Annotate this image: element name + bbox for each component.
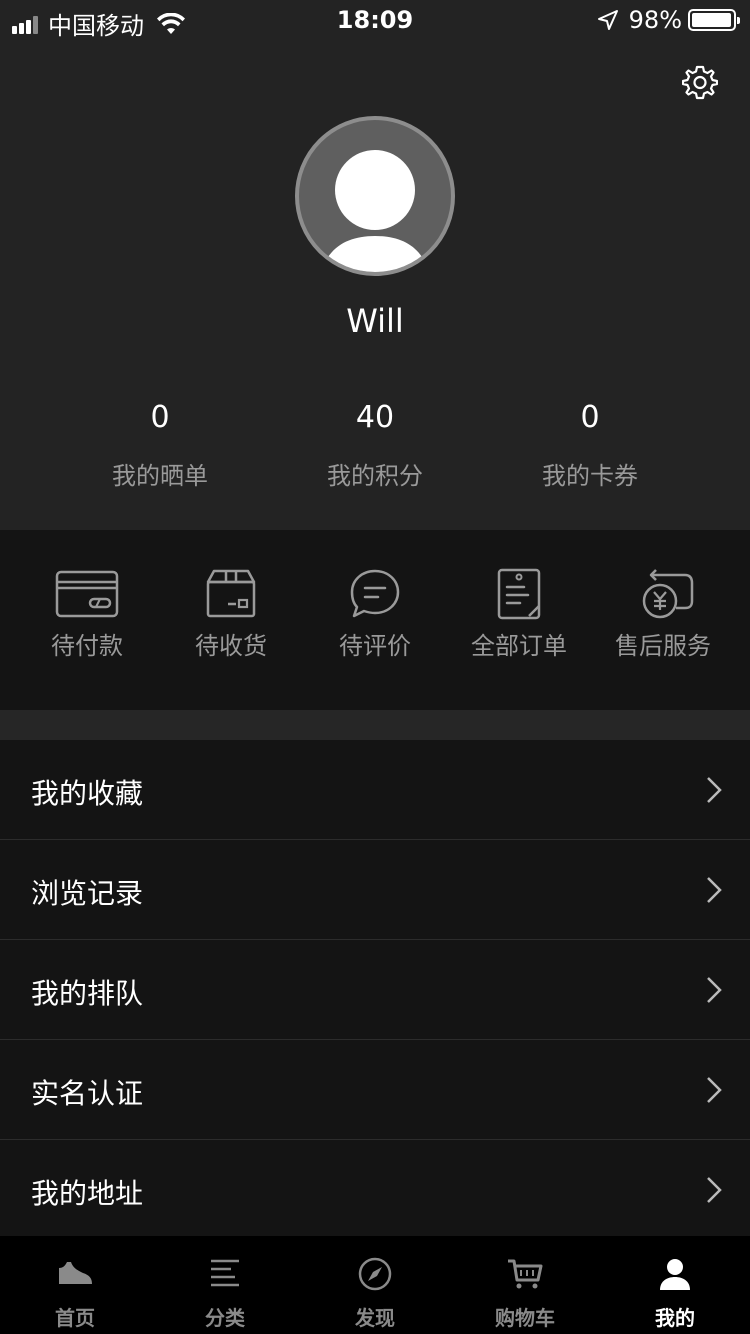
card-icon	[55, 570, 119, 618]
tab-cart[interactable]: 购物车	[450, 1236, 600, 1334]
menu-list: 我的收藏 浏览记录 我的排队 实名认证 我的地址	[0, 740, 750, 1240]
battery-percent: 98%	[628, 6, 682, 34]
chevron-right-icon	[707, 877, 722, 903]
order-label: 待付款	[51, 632, 123, 660]
order-pending-receipt[interactable]: 待收货	[159, 568, 303, 661]
stat-label: 我的晒单	[112, 462, 208, 490]
tab-label: 发现	[355, 1306, 395, 1330]
stat-coupons[interactable]: 0 我的卡券	[490, 400, 690, 491]
order-label: 待评价	[339, 632, 411, 660]
refund-icon	[642, 569, 694, 619]
default-user-avatar-icon	[321, 150, 429, 272]
tab-label: 购物车	[495, 1306, 555, 1330]
avatar[interactable]	[295, 116, 455, 276]
menu-item-label: 实名认证	[31, 1077, 144, 1110]
chevron-right-icon	[707, 1077, 722, 1103]
box-icon	[206, 569, 256, 618]
tab-category[interactable]: 分类	[150, 1236, 300, 1334]
stat-posts[interactable]: 0 我的晒单	[60, 400, 260, 491]
tab-label: 首页	[55, 1306, 95, 1330]
stat-points[interactable]: 40 我的积分	[275, 400, 475, 491]
stat-value: 40	[355, 400, 395, 435]
order-label: 售后服务	[615, 632, 711, 660]
status-bar: 中国移动 18:09 98%	[0, 0, 750, 40]
location-arrow-icon	[597, 10, 618, 30]
chevron-right-icon	[707, 977, 722, 1003]
comment-icon	[350, 569, 400, 618]
order-all[interactable]: 全部订单	[447, 568, 591, 661]
order-label: 待收货	[195, 632, 267, 660]
tab-label: 分类	[205, 1306, 245, 1330]
order-shortcuts: 待付款 待收货 待评价 全部订单 售后服务	[0, 530, 750, 710]
tab-bar: 首页 分类 发现 购物车 我的	[0, 1236, 750, 1334]
user-icon	[660, 1259, 690, 1290]
profile-header: 中国移动 18:09 98% Will 0 我的晒单 40 我的积分 0 我的卡…	[0, 0, 750, 530]
menu-item-queue[interactable]: 我的排队	[0, 940, 750, 1040]
stat-value: 0	[150, 400, 170, 435]
menu-item-label: 我的地址	[31, 1177, 144, 1210]
tab-label: 我的	[655, 1306, 695, 1330]
menu-item-verification[interactable]: 实名认证	[0, 1040, 750, 1140]
tab-profile[interactable]: 我的	[600, 1236, 750, 1334]
chevron-right-icon	[707, 1177, 722, 1203]
menu-item-label: 浏览记录	[31, 877, 144, 910]
order-pending-review[interactable]: 待评价	[303, 568, 447, 661]
order-pending-payment[interactable]: 待付款	[15, 568, 159, 661]
menu-item-label: 我的排队	[31, 977, 144, 1010]
stat-value: 0	[580, 400, 600, 435]
menu-item-history[interactable]: 浏览记录	[0, 840, 750, 940]
stat-label: 我的积分	[327, 462, 423, 490]
chevron-right-icon	[707, 777, 722, 803]
stat-label: 我的卡券	[542, 462, 638, 490]
tab-discover[interactable]: 发现	[300, 1236, 450, 1334]
battery-icon	[688, 9, 740, 31]
menu-item-favorites[interactable]: 我的收藏	[0, 740, 750, 840]
menu-item-address[interactable]: 我的地址	[0, 1140, 750, 1240]
username: Will	[346, 302, 404, 340]
order-list-icon	[497, 568, 541, 620]
order-after-sales[interactable]: 售后服务	[591, 568, 735, 661]
battery-level	[692, 13, 732, 27]
cart-icon	[508, 1259, 543, 1289]
tab-home[interactable]: 首页	[0, 1236, 150, 1334]
list-icon	[211, 1259, 239, 1287]
order-label: 全部订单	[471, 632, 567, 660]
section-divider	[0, 710, 750, 740]
settings-gear-icon[interactable]	[682, 64, 718, 100]
compass-icon	[358, 1257, 392, 1291]
sneaker-icon	[59, 1262, 92, 1284]
menu-item-label: 我的收藏	[31, 777, 144, 810]
